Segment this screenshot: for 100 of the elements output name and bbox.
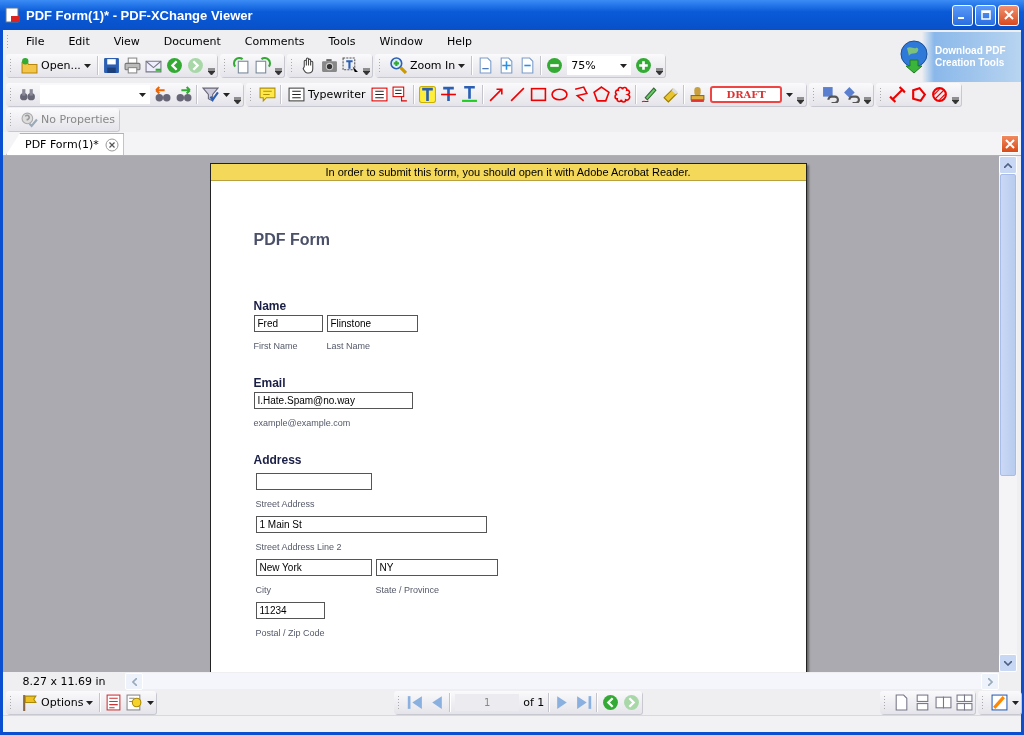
grip-handle[interactable] — [9, 112, 12, 127]
caret-icon[interactable] — [1012, 700, 1019, 705]
grip-handle[interactable] — [6, 34, 9, 49]
grip-handle[interactable] — [222, 58, 226, 73]
input-field[interactable]: New York — [255, 559, 372, 576]
note-icon[interactable] — [259, 86, 276, 103]
pencil-icon[interactable] — [641, 86, 659, 103]
grip-handle[interactable] — [9, 695, 12, 710]
stamp-icon[interactable] — [689, 86, 707, 103]
rotate-left-icon[interactable] — [232, 57, 250, 74]
underline-text-icon[interactable] — [461, 86, 479, 103]
menu-item[interactable]: Help — [432, 35, 483, 48]
input-field[interactable]: 1 Main St — [255, 516, 487, 533]
rectangle-icon[interactable] — [530, 86, 548, 103]
caret-icon[interactable] — [785, 92, 793, 97]
toolbar-overflow-icon[interactable] — [234, 96, 241, 104]
grip-handle[interactable] — [377, 58, 381, 73]
menu-item[interactable]: Tools — [314, 35, 366, 48]
list-icon[interactable] — [105, 694, 123, 711]
highlight-text-icon[interactable] — [419, 86, 437, 103]
zoom-in-button[interactable]: Zoom In — [387, 55, 468, 76]
input-field[interactable]: Fred — [253, 315, 323, 332]
polygon-icon[interactable] — [593, 86, 611, 103]
distance-icon[interactable] — [888, 86, 906, 103]
close-tab-icon[interactable] — [104, 137, 119, 152]
grip-handle[interactable] — [289, 58, 293, 73]
line-icon[interactable] — [509, 86, 527, 103]
close-button[interactable] — [998, 4, 1019, 26]
save-icon[interactable] — [102, 57, 120, 74]
input-field[interactable] — [255, 473, 372, 490]
close-document-button[interactable] — [1001, 135, 1019, 153]
input-field[interactable]: Flinstone — [326, 315, 418, 332]
zoom-field[interactable]: 75% — [567, 56, 632, 75]
link-icon[interactable] — [821, 86, 839, 103]
menu-item[interactable]: Window — [365, 35, 433, 48]
menu-item[interactable]: Edit — [54, 35, 100, 48]
grip-handle[interactable] — [9, 87, 12, 102]
zoom-out-icon[interactable] — [546, 57, 564, 74]
toolbar-overflow-icon[interactable] — [951, 96, 959, 104]
menu-item[interactable]: View — [99, 35, 150, 48]
search-field[interactable] — [40, 85, 150, 104]
toolbar-overflow-icon[interactable] — [796, 96, 804, 104]
toolbar-overflow-icon[interactable] — [362, 67, 370, 75]
field-label: example@example.com — [253, 418, 352, 430]
callout-icon[interactable] — [392, 86, 410, 103]
menu-item[interactable]: File — [12, 35, 55, 48]
caret-icon[interactable] — [147, 700, 155, 705]
link-icon[interactable] — [842, 86, 860, 103]
area-icon[interactable] — [909, 86, 927, 103]
caret-icon[interactable] — [223, 92, 230, 97]
grip-handle[interactable] — [249, 87, 252, 102]
scroll-up-button[interactable] — [999, 156, 1017, 174]
toolbar-overflow-icon[interactable] — [274, 67, 282, 75]
menu-item[interactable]: Comments — [230, 35, 315, 48]
vertical-scrollbar[interactable] — [999, 156, 1017, 672]
grip-handle[interactable] — [811, 87, 815, 102]
scroll-thumb[interactable] — [1000, 174, 1016, 476]
toolbar-overflow-icon[interactable] — [863, 96, 871, 104]
horizontal-scrollbar[interactable] — [125, 673, 999, 689]
field-label: Last Name — [326, 341, 372, 353]
strikeout-text-icon[interactable] — [440, 86, 458, 103]
cloud-icon[interactable] — [614, 86, 632, 103]
find-previous-icon[interactable] — [154, 86, 171, 103]
grip-handle[interactable] — [883, 695, 886, 710]
maximize-button[interactable] — [975, 4, 996, 26]
eraser-icon[interactable] — [662, 86, 680, 103]
printer-icon[interactable] — [123, 57, 141, 74]
single-page-icon[interactable] — [893, 694, 910, 711]
text-box-icon[interactable] — [371, 86, 389, 103]
binoculars-icon[interactable] — [19, 86, 36, 103]
polyline-icon[interactable] — [572, 86, 590, 103]
typewriter-button[interactable]: Typewriter — [286, 84, 368, 105]
text-select-icon[interactable] — [341, 57, 359, 74]
grip-handle[interactable] — [981, 695, 984, 710]
continuous-facing-icon[interactable] — [956, 694, 973, 711]
filter-icon[interactable] — [202, 86, 219, 103]
grip-handle[interactable] — [397, 695, 401, 710]
arrow-icon[interactable] — [488, 86, 506, 103]
hatched-circle-icon[interactable] — [930, 86, 948, 103]
field-label: Street Address — [255, 499, 316, 511]
minimize-button[interactable] — [952, 4, 973, 26]
document-tab[interactable]: PDF Form(1)* — [6, 133, 124, 155]
toolbar-overflow-icon[interactable] — [207, 67, 215, 75]
scroll-down-button[interactable] — [999, 654, 1017, 672]
ellipse-icon[interactable] — [551, 86, 569, 103]
input-field[interactable]: NY — [375, 559, 498, 576]
scroll-left-button[interactable] — [125, 673, 143, 690]
menu-item[interactable]: Document — [149, 35, 231, 48]
grip-handle[interactable] — [9, 58, 12, 73]
close-icon — [1005, 139, 1015, 149]
find-next-icon[interactable] — [175, 86, 192, 103]
stamp-button[interactable]: DRAFT — [710, 86, 782, 103]
camera-icon[interactable] — [320, 57, 338, 74]
continuous-page-icon[interactable] — [914, 694, 931, 711]
input-field[interactable]: 11234 — [255, 602, 325, 619]
toolbar-overflow-icon[interactable] — [656, 67, 664, 75]
facing-pages-icon[interactable] — [935, 694, 952, 711]
input-field[interactable]: I.Hate.Spam@no.way — [253, 392, 413, 409]
grip-handle[interactable] — [878, 87, 882, 102]
field-label: Street Address Line 2 — [255, 542, 343, 554]
